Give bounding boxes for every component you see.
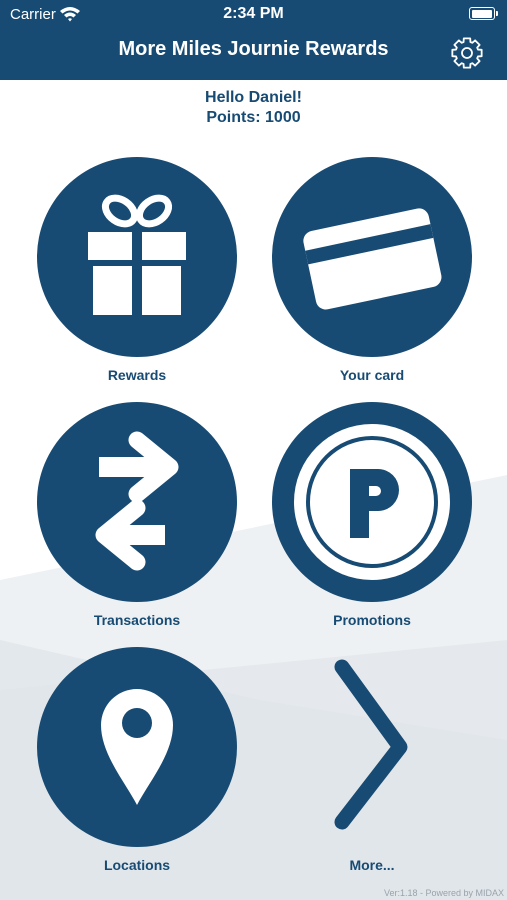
settings-button[interactable] bbox=[449, 35, 485, 71]
gift-icon bbox=[88, 194, 186, 315]
transactions-tile[interactable]: Transactions bbox=[37, 402, 237, 642]
status-bar: Carrier 2:34 PM bbox=[0, 0, 507, 30]
tile-label-promotions: Promotions bbox=[333, 612, 411, 628]
credit-card-icon bbox=[303, 208, 442, 310]
version-footer: Ver:1.18 - Powered by MIDAX bbox=[383, 888, 504, 898]
rewards-circle bbox=[37, 157, 237, 357]
locations-tile[interactable]: Locations bbox=[37, 647, 237, 887]
exchange-arrows-icon bbox=[95, 431, 179, 571]
battery-icon bbox=[469, 7, 495, 20]
app-header: Carrier 2:34 PM More Miles Journie Rewar… bbox=[0, 0, 507, 80]
tile-label-more: More... bbox=[349, 857, 395, 873]
rewards-tile[interactable]: Rewards bbox=[37, 157, 237, 397]
more-area bbox=[272, 647, 472, 847]
tile-label-locations: Locations bbox=[103, 857, 171, 873]
locations-circle bbox=[37, 647, 237, 847]
battery-cap bbox=[496, 11, 498, 16]
tile-label-rewards: Rewards bbox=[107, 367, 167, 383]
promotions-circle bbox=[272, 402, 472, 602]
greeting-hello: Hello Daniel! bbox=[205, 89, 302, 106]
transactions-circle bbox=[37, 402, 237, 602]
your-card-tile[interactable]: Your card bbox=[272, 157, 472, 397]
tile-label-transactions: Transactions bbox=[93, 612, 181, 628]
status-time: 2:34 PM bbox=[223, 5, 284, 22]
promotions-tile[interactable]: Promotions bbox=[272, 402, 472, 642]
page-title: More Miles Journie Rewards bbox=[118, 38, 389, 60]
promotions-p-icon bbox=[294, 424, 450, 580]
points-balance: Points: 1000 bbox=[206, 109, 301, 126]
greeting: Hello Daniel! Points: 1000 bbox=[0, 88, 507, 128]
chevron-right-icon bbox=[334, 659, 408, 830]
tile-label-your-card: Your card bbox=[339, 367, 405, 383]
more-tile[interactable]: More... bbox=[272, 647, 472, 887]
gear-icon bbox=[451, 37, 483, 69]
your-card-circle bbox=[272, 157, 472, 357]
map-pin-icon bbox=[101, 689, 173, 805]
